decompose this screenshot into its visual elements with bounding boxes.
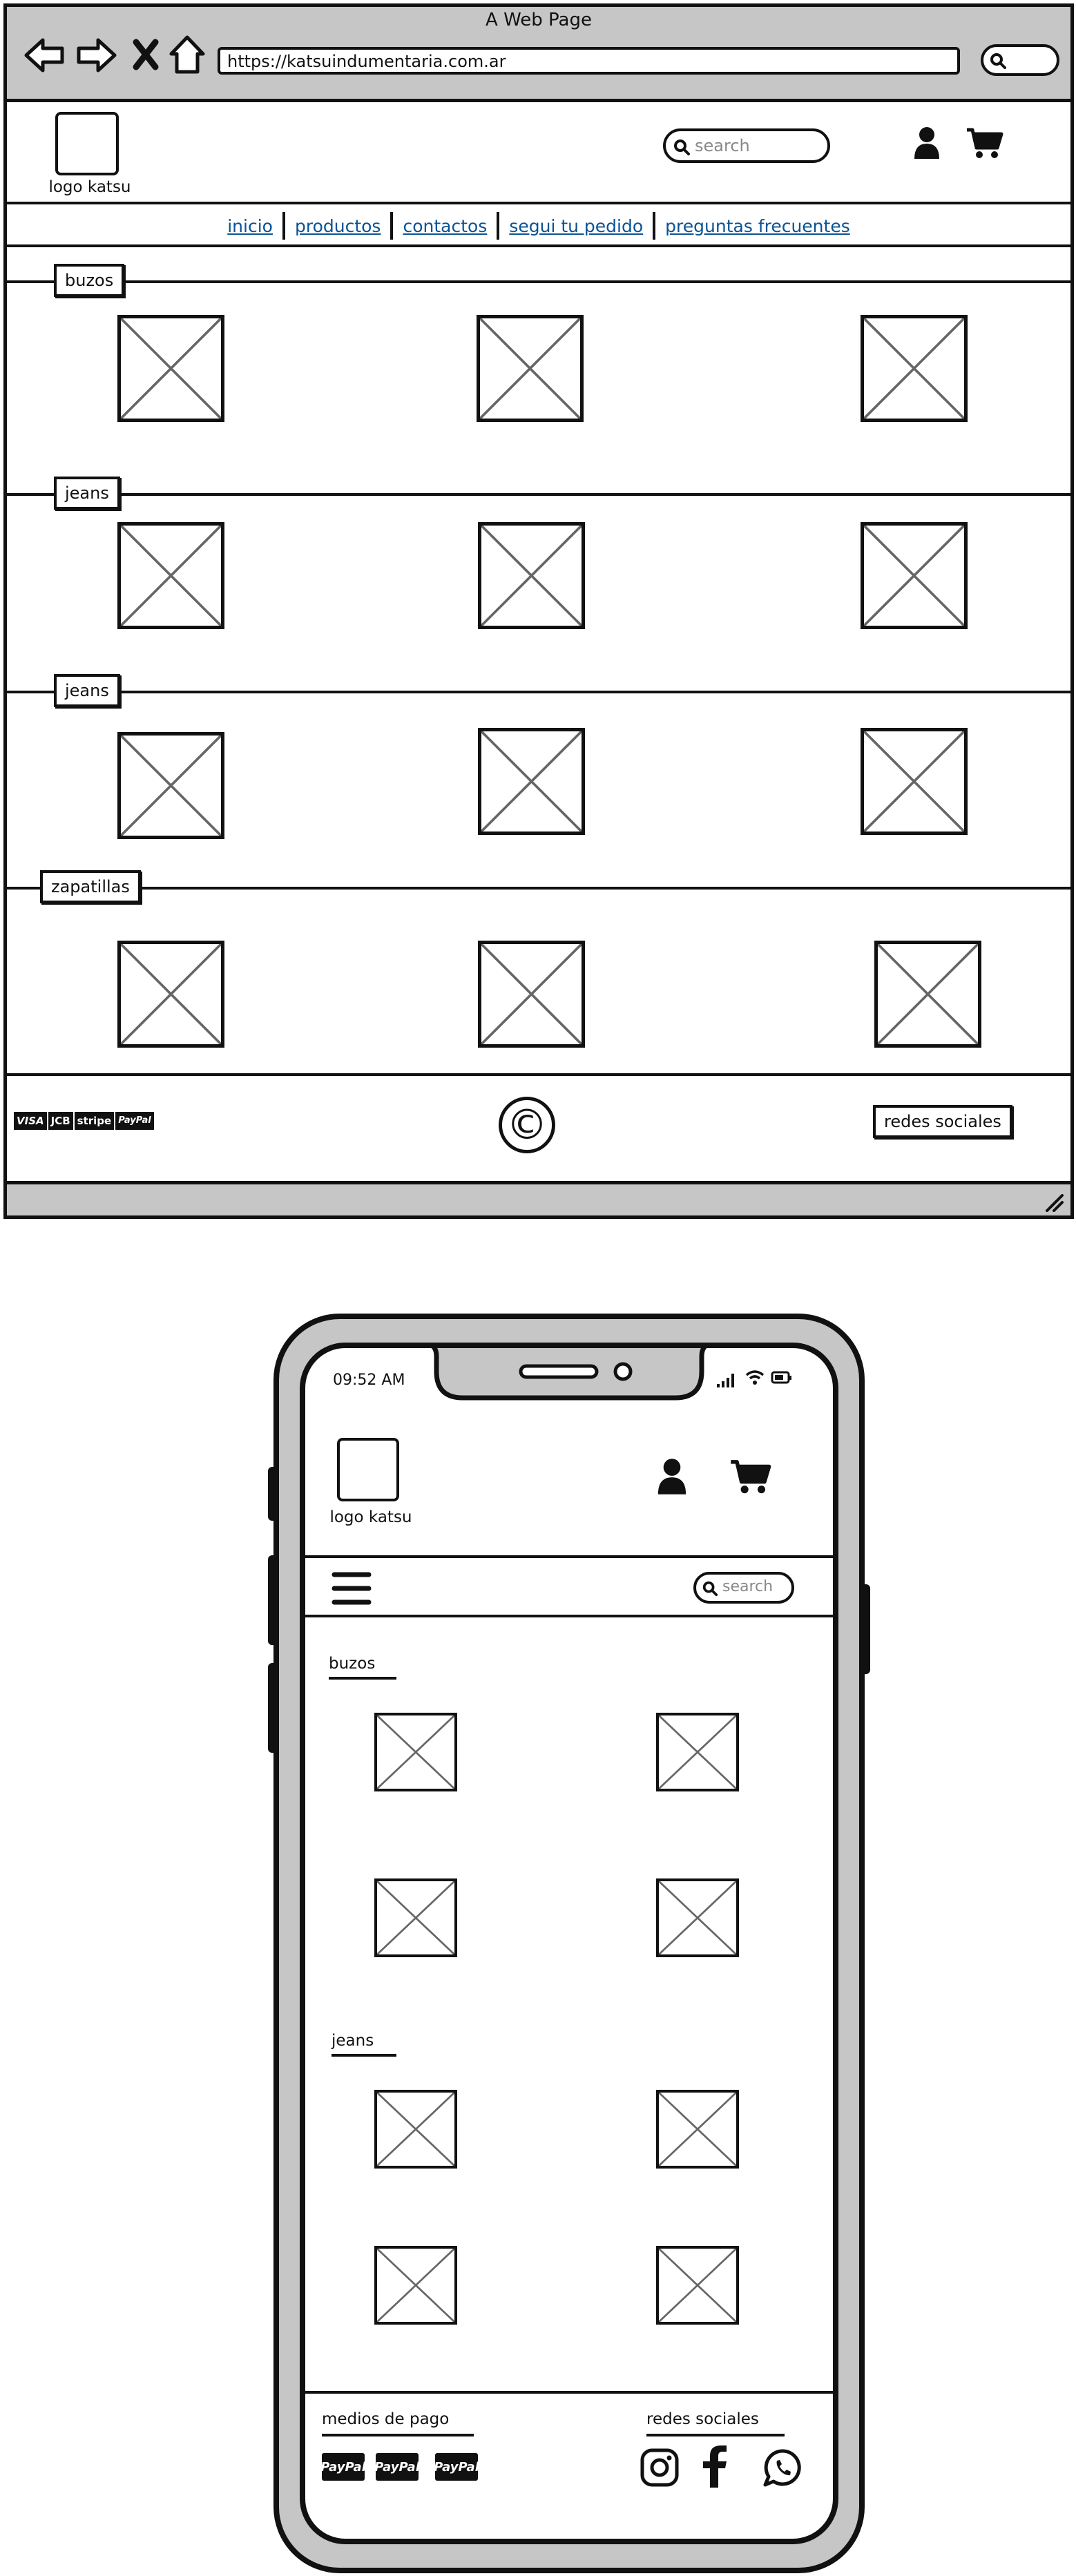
nav-divider [7, 244, 1070, 247]
logo-placeholder[interactable] [337, 1438, 399, 1501]
logo-placeholder[interactable] [55, 112, 119, 175]
paypal-logo: PayPal [434, 2453, 479, 2481]
paypal-logo: PayPal [115, 1112, 154, 1130]
product-image-placeholder[interactable] [117, 315, 224, 422]
mobile-search-input[interactable]: search [693, 1572, 794, 1604]
paypal-logo: PayPal [320, 2453, 366, 2481]
footer-divider [7, 1073, 1070, 1076]
instagram-icon[interactable] [640, 2448, 680, 2488]
main-nav: inicio productos contactos segui tu pedi… [7, 210, 1070, 242]
phone-screen: 09:52 AM logo katsu search buzos jeans m… [300, 1343, 838, 2544]
category-line [7, 887, 1070, 890]
nav-segui-tu-pedido[interactable]: segui tu pedido [499, 216, 653, 236]
product-image-placeholder[interactable] [117, 941, 224, 1048]
browser-window: A Web Page https://katsuindumentaria.com… [3, 3, 1074, 1219]
header-divider [305, 1555, 833, 1558]
category-underline [332, 2054, 396, 2057]
stripe-logo: stripe [74, 1112, 115, 1130]
category-label-zapatillas[interactable]: zapatillas [40, 870, 141, 903]
close-icon[interactable] [133, 39, 159, 70]
product-image-placeholder[interactable] [374, 2246, 457, 2325]
battery-icon [771, 1371, 791, 1384]
paypal-logo: PayPal [374, 2453, 420, 2481]
address-bar[interactable]: https://katsuindumentaria.com.ar [218, 47, 960, 75]
back-arrow-icon[interactable] [23, 36, 65, 75]
product-image-placeholder[interactable] [861, 315, 968, 422]
copyright-icon: © [499, 1097, 555, 1153]
user-icon[interactable] [913, 126, 941, 160]
product-image-placeholder[interactable] [374, 1713, 457, 1791]
whatsapp-icon[interactable] [762, 2448, 804, 2489]
nav-inicio[interactable]: inicio [218, 216, 282, 236]
search-icon [702, 1581, 718, 1597]
product-image-placeholder[interactable] [478, 941, 585, 1048]
social-networks-title: redes sociales [646, 2410, 759, 2428]
url-text: https://katsuindumentaria.com.ar [227, 52, 506, 71]
status-time: 09:52 AM [333, 1372, 405, 1389]
cart-icon[interactable] [729, 1459, 772, 1496]
nav-contactos[interactable]: contactos [393, 216, 497, 236]
product-image-placeholder[interactable] [374, 2090, 457, 2169]
product-image-placeholder[interactable] [874, 941, 981, 1048]
category-label-jeans-2[interactable]: jeans [54, 674, 120, 707]
payment-logos: VISA JCB stripe PayPal [14, 1112, 154, 1130]
product-image-placeholder[interactable] [478, 728, 585, 835]
category-label-buzos[interactable]: buzos [54, 264, 125, 297]
product-image-placeholder[interactable] [117, 732, 224, 839]
category-line [7, 493, 1070, 496]
social-networks-button[interactable]: redes sociales [873, 1105, 1012, 1138]
search-icon [674, 140, 690, 155]
search-icon [990, 53, 1006, 69]
product-image-placeholder[interactable] [478, 522, 585, 629]
user-icon[interactable] [656, 1457, 688, 1496]
category-underline [329, 1677, 396, 1680]
forward-arrow-icon[interactable] [76, 36, 117, 75]
footer-divider [305, 2391, 833, 2394]
header-divider [7, 202, 1070, 204]
product-image-placeholder[interactable] [861, 728, 968, 835]
nav-productos[interactable]: productos [285, 216, 390, 236]
search-placeholder: search [695, 136, 750, 155]
search-placeholder: search [722, 1578, 774, 1595]
product-image-placeholder[interactable] [117, 522, 224, 629]
facebook-icon[interactable] [700, 2445, 728, 2489]
menu-divider [305, 1615, 833, 1617]
cart-icon[interactable] [965, 127, 1004, 160]
category-line [7, 691, 1070, 693]
payment-methods-title: medios de pago [322, 2410, 450, 2428]
social-title-underline [646, 2434, 785, 2436]
logo-label: logo katsu [48, 178, 131, 196]
product-image-placeholder[interactable] [656, 1713, 739, 1791]
logo-label: logo katsu [329, 1508, 412, 1526]
browser-search-box[interactable] [981, 44, 1059, 76]
browser-toolbar: A Web Page https://katsuindumentaria.com… [7, 7, 1070, 102]
product-image-placeholder[interactable] [656, 2090, 739, 2169]
category-label-jeans[interactable]: jeans [54, 477, 120, 510]
visa-logo: VISA [14, 1112, 47, 1130]
resize-handle-icon[interactable] [1043, 1193, 1064, 1212]
category-label-jeans[interactable]: jeans [332, 2032, 374, 2050]
jcb-logo: JCB [48, 1112, 73, 1130]
product-image-placeholder[interactable] [374, 1878, 457, 1957]
phone-notch [431, 1348, 707, 1401]
payment-title-underline [322, 2434, 474, 2436]
wifi-icon [745, 1370, 765, 1385]
copyright-symbol: © [506, 1101, 548, 1149]
phone-frame: 09:52 AM logo katsu search buzos jeans m… [273, 1314, 865, 2573]
product-image-placeholder[interactable] [477, 315, 584, 422]
nav-preguntas-frecuentes[interactable]: preguntas frecuentes [655, 216, 860, 236]
product-image-placeholder[interactable] [861, 522, 968, 629]
category-label-buzos[interactable]: buzos [329, 1655, 375, 1673]
home-icon[interactable] [169, 35, 206, 75]
site-search-input[interactable]: search [663, 128, 830, 163]
browser-status-bar [7, 1181, 1070, 1215]
product-image-placeholder[interactable] [656, 2246, 739, 2325]
hamburger-menu-icon[interactable] [332, 1570, 372, 1606]
product-image-placeholder[interactable] [656, 1878, 739, 1957]
signal-icon [717, 1374, 734, 1387]
category-line [7, 280, 1070, 283]
window-title: A Web Page [486, 10, 592, 30]
